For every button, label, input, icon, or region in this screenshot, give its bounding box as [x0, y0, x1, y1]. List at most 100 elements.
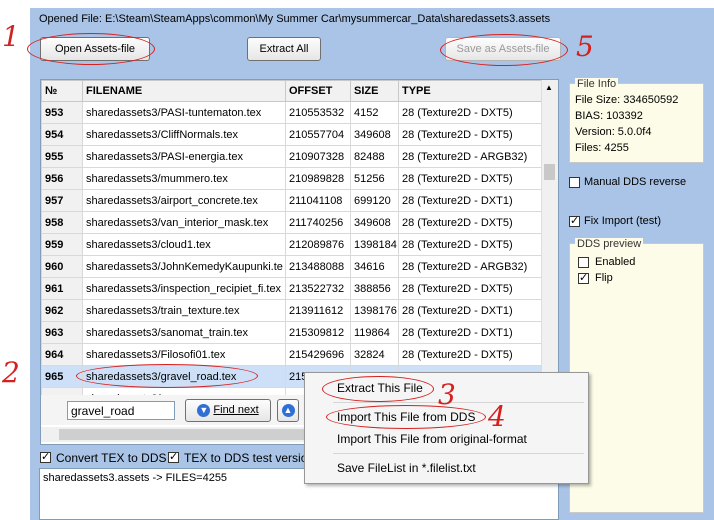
- scroll-up-icon[interactable]: ▲: [545, 83, 553, 92]
- file-info-panel: File Info File Size: 334650592 BIAS: 103…: [569, 78, 704, 163]
- find-next-button[interactable]: ▼ Find next: [185, 399, 271, 422]
- row-type: 28 (Texture2D - DXT5): [398, 277, 543, 300]
- find-previous-button[interactable]: ▲: [277, 399, 299, 422]
- col-header-offset[interactable]: OFFSET: [285, 80, 351, 102]
- flip-checkbox[interactable]: [578, 271, 589, 284]
- row-size: 34616: [350, 255, 399, 278]
- table-row[interactable]: 955 sharedassets3/PASI-energia.tex 2109073…: [41, 145, 543, 168]
- row-number: 962: [41, 299, 83, 322]
- extract-all-button[interactable]: Extract All: [247, 37, 321, 61]
- row-size: 4152: [350, 101, 399, 124]
- menu-divider: [333, 402, 584, 403]
- row-offset: 210989828: [285, 167, 351, 190]
- row-size: 51256: [350, 167, 399, 190]
- table-row[interactable]: 960 sharedassets3/JohnKemedyKaupunki.te 21…: [41, 255, 543, 278]
- row-type: 28 (Texture2D - DXT5): [398, 343, 543, 366]
- arrow-up-icon: ▲: [281, 404, 295, 417]
- col-header-filename[interactable]: FILENAME: [82, 80, 286, 102]
- row-offset: 213911612: [285, 299, 351, 322]
- log-text: sharedassets3.assets -> FILES=4255: [43, 472, 228, 484]
- tex-dds-test-checkbox[interactable]: [168, 450, 179, 463]
- row-number: 959: [41, 233, 83, 256]
- fix-import-label: Fix Import (test): [584, 215, 662, 227]
- file-size-text: File Size: 334650592: [575, 94, 679, 106]
- search-input[interactable]: gravel_road: [67, 401, 175, 420]
- manual-dds-reverse-checkbox[interactable]: [569, 177, 580, 188]
- fix-import-checkbox[interactable]: [569, 214, 580, 227]
- flip-label: Flip: [595, 272, 613, 284]
- row-size: 349608: [350, 123, 399, 146]
- row-type: 28 (Texture2D - DXT5): [398, 123, 543, 146]
- col-header-type[interactable]: TYPE: [398, 80, 543, 102]
- row-filename: sharedassets3/PASI-energia.tex: [82, 145, 286, 168]
- row-filename: sharedassets3/inspection_recipiet_fi.tex: [82, 277, 286, 300]
- row-size: 32824: [350, 343, 399, 366]
- row-size: 388856: [350, 277, 399, 300]
- annotation-number-1: 1: [2, 20, 20, 53]
- row-offset: 211740256: [285, 211, 351, 234]
- row-filename: sharedassets3/JohnKemedyKaupunki.te: [82, 255, 286, 278]
- table-row[interactable]: 956 sharedassets3/mummero.tex 210989828 512…: [41, 167, 543, 190]
- annotation-number-2: 2: [2, 356, 20, 389]
- enabled-checkbox[interactable]: [578, 257, 589, 268]
- file-info-legend: File Info: [575, 78, 619, 90]
- row-size: 699120: [350, 189, 399, 212]
- row-filename: sharedassets3/airport_concrete.tex: [82, 189, 286, 212]
- row-type: 28 (Texture2D - ARGB32): [398, 255, 543, 278]
- menu-import-original[interactable]: Import This File from original-format: [337, 432, 527, 446]
- row-size: 349608: [350, 211, 399, 234]
- table-row[interactable]: 964 sharedassets3/Filosofi01.tex 215429696…: [41, 343, 543, 366]
- row-number: 960: [41, 255, 83, 278]
- row-type: 28 (Texture2D - ARGB32): [398, 145, 543, 168]
- menu-divider: [333, 453, 584, 454]
- col-header-num[interactable]: №: [41, 80, 83, 102]
- annotation-number-4: 4: [488, 400, 506, 433]
- row-number: 955: [41, 145, 83, 168]
- table-row[interactable]: 962 sharedassets3/train_texture.tex 213911…: [41, 299, 543, 322]
- row-type: 28 (Texture2D - DXT1): [398, 299, 543, 322]
- row-number: 958: [41, 211, 83, 234]
- row-offset: 211041108: [285, 189, 351, 212]
- table-row[interactable]: 958 sharedassets3/van_interior_mask.tex 21…: [41, 211, 543, 234]
- scroll-thumb[interactable]: [544, 164, 555, 180]
- row-filename: sharedassets3/van_interior_mask.tex: [82, 211, 286, 234]
- files-text: Files: 4255: [575, 142, 629, 154]
- row-type: 28 (Texture2D - DXT5): [398, 211, 543, 234]
- opened-file-label: Opened File: E:\Steam\SteamApps\common\M…: [39, 13, 551, 25]
- table-row[interactable]: 959 sharedassets3/cloud1.tex 212089876 1398…: [41, 233, 543, 256]
- row-offset: 215429696: [285, 343, 351, 366]
- row-type: 28 (Texture2D - DXT5): [398, 167, 543, 190]
- enabled-label: Enabled: [595, 256, 636, 268]
- row-offset: 210907328: [285, 145, 351, 168]
- row-offset: 215309812: [285, 321, 351, 344]
- row-type: 28 (Texture2D - DXT1): [398, 189, 543, 212]
- tex-dds-test-label: TEX to DDS test version: [184, 451, 315, 465]
- find-next-label: Find next: [213, 404, 259, 416]
- table-row[interactable]: 957 sharedassets3/airport_concrete.tex 211…: [41, 189, 543, 212]
- row-number: 953: [41, 101, 83, 124]
- row-number: 961: [41, 277, 83, 300]
- annotation-number-5: 5: [576, 30, 594, 63]
- row-offset: 210553532: [285, 101, 351, 124]
- bias-text: BIAS: 103392: [575, 110, 643, 122]
- convert-tex-label: Convert TEX to DDS: [56, 451, 167, 465]
- dds-preview-legend: DDS preview: [575, 238, 644, 250]
- annotation-circle-row: [76, 364, 258, 388]
- table-row[interactable]: 954 sharedassets3/CliffNormals.tex 2105577…: [41, 123, 543, 146]
- col-header-size[interactable]: SIZE: [350, 80, 399, 102]
- manual-dds-reverse-label: Manual DDS reverse: [584, 176, 687, 188]
- row-number: 954: [41, 123, 83, 146]
- row-size: 1398176: [350, 299, 399, 322]
- convert-tex-checkbox[interactable]: [40, 450, 51, 463]
- row-filename: sharedassets3/train_texture.tex: [82, 299, 286, 322]
- row-offset: 213488088: [285, 255, 351, 278]
- table-row[interactable]: 961 sharedassets3/inspection_recipiet_fi.…: [41, 277, 543, 300]
- arrow-down-icon: ▼: [197, 403, 211, 417]
- menu-save-filelist[interactable]: Save FileList in *.filelist.txt: [337, 461, 476, 475]
- row-size: 1398184: [350, 233, 399, 256]
- table-row[interactable]: 963 sharedassets3/sanomat_train.tex 215309…: [41, 321, 543, 344]
- row-filename: sharedassets3/mummero.tex: [82, 167, 286, 190]
- table-header-row: № FILENAME OFFSET SIZE TYPE: [41, 80, 543, 102]
- table-row[interactable]: 953 sharedassets3/PASI-tuntematon.tex 2105…: [41, 101, 543, 124]
- row-filename: sharedassets3/PASI-tuntematon.tex: [82, 101, 286, 124]
